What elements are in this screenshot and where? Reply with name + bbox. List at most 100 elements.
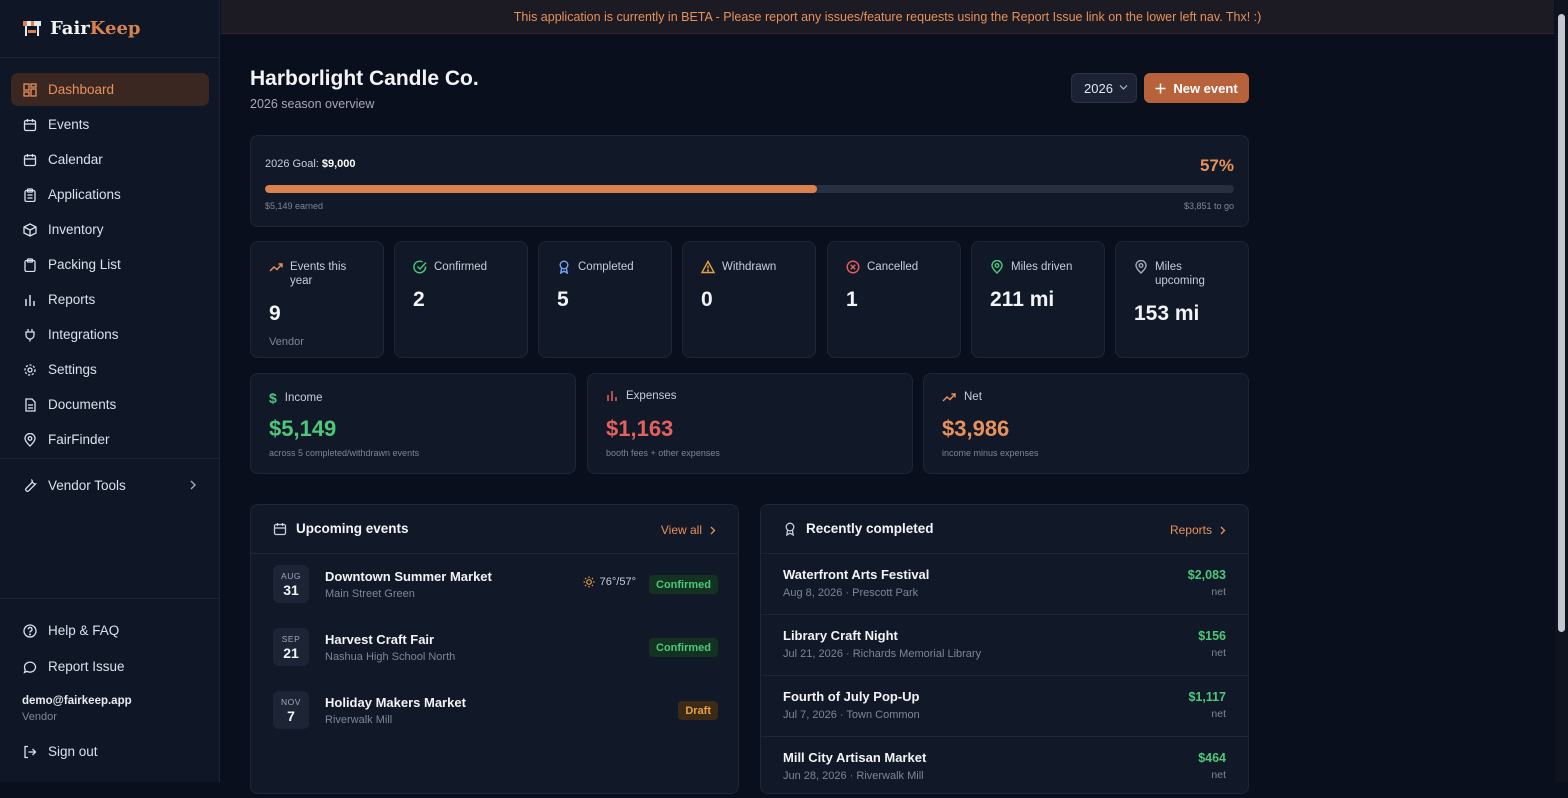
net-label: net	[1211, 586, 1226, 598]
sidebar-item-settings[interactable]: Settings	[11, 353, 209, 386]
stat-head: Miles driven	[990, 260, 1090, 274]
event-location: Nashua High School North	[325, 651, 456, 663]
date-day: 21	[283, 645, 299, 661]
completed-event-row[interactable]: Waterfront Arts Festival Aug 8, 2026 · P…	[761, 554, 1248, 615]
goal-percent: 57%	[1199, 156, 1234, 175]
goal-progress-bar	[265, 185, 1234, 193]
dollar-icon: $	[269, 390, 277, 406]
stat-value: 1	[846, 288, 858, 311]
market-stall-icon	[23, 21, 41, 36]
view-all-link[interactable]: View all	[661, 523, 716, 537]
message-icon	[23, 661, 37, 674]
completed-event-row[interactable]: Mill City Artisan Market Jun 28, 2026 · …	[761, 737, 1248, 798]
sidebar-item-events[interactable]: Events	[11, 108, 209, 141]
chevron-right-icon	[710, 526, 716, 534]
sidebar-item-label: Calendar	[48, 152, 103, 167]
event-name: Library Craft Night	[783, 628, 898, 643]
sidebar-item-label: Vendor Tools	[48, 478, 126, 493]
upcoming-event-row[interactable]: AUG 31 Downtown Summer Market Main Stree…	[273, 565, 718, 605]
date-month: AUG	[281, 571, 301, 581]
stat-label: Cancelled	[867, 261, 919, 273]
event-name: Downtown Summer Market	[325, 569, 492, 584]
expenses-card: Expenses $1,163 booth fees + other expen…	[587, 373, 913, 474]
stat-label: Events this year	[290, 261, 347, 287]
scrollbar-thumb[interactable]	[1558, 14, 1565, 632]
goal-progress-fill	[265, 185, 818, 193]
stat-label: Withdrawn	[722, 261, 777, 273]
sidebar-item-applications[interactable]: Applications	[11, 178, 209, 211]
page-subtitle: 2026 season overview	[250, 97, 375, 111]
sidebar-item-packing-list[interactable]: Packing List	[11, 248, 209, 281]
stat-card-miles-driven: Miles driven 211 mi	[971, 241, 1105, 358]
page-title: Harborlight Candle Co.	[250, 67, 479, 90]
sidebar-item-reports[interactable]: Reports	[11, 283, 209, 316]
sidebar-item-vendor-tools[interactable]: Vendor Tools	[11, 469, 209, 502]
new-event-button[interactable]: New event	[1144, 73, 1249, 103]
event-name: Fourth of July Pop-Up	[783, 689, 920, 704]
event-meta: Jul 21, 2026 · Richards Memorial Library	[783, 648, 982, 660]
panel-title: Upcoming events	[296, 521, 409, 536]
sidebar-item-inventory[interactable]: Inventory	[11, 213, 209, 246]
stat-label: Miles upcoming	[1155, 261, 1205, 287]
money-head: Expenses	[606, 390, 677, 402]
map-pin-icon	[24, 432, 36, 447]
stat-card-miles-upcoming: Miles upcoming 153 mi	[1115, 241, 1249, 358]
stat-head: Cancelled	[846, 260, 946, 274]
gear-icon	[24, 363, 36, 376]
sidebar-item-integrations[interactable]: Integrations	[11, 318, 209, 351]
sidebar-item-dashboard[interactable]: Dashboard	[11, 73, 209, 106]
stat-card-completed: Completed 5	[538, 241, 672, 358]
bar-chart-icon	[607, 391, 617, 401]
goal-card: 2026 Goal: $9,000 57% $5,149 earned $3,8…	[250, 135, 1249, 227]
net-label: net	[1211, 647, 1226, 659]
panel-header: Recently completed	[783, 521, 934, 536]
status-badge: Confirmed	[649, 575, 718, 594]
fairkeep-logo[interactable]: FairKeep	[22, 16, 141, 40]
upcoming-event-row[interactable]: SEP 21 Harvest Craft Fair Nashua High Sc…	[273, 628, 718, 668]
sign-out-button[interactable]: Sign out	[11, 735, 209, 768]
event-name: Mill City Artisan Market	[783, 750, 927, 765]
panel-header: Upcoming events	[273, 521, 409, 536]
goal-label: 2026 Goal: $9,000	[265, 158, 356, 170]
upcoming-event-row[interactable]: NOV 7 Holiday Makers Market Riverwalk Mi…	[273, 691, 718, 731]
page-scrollbar[interactable]	[1555, 0, 1568, 782]
sign-out-icon	[24, 745, 37, 758]
map-pin-icon	[991, 260, 1003, 274]
sidebar-item-label: Applications	[48, 187, 121, 202]
check-circle-icon	[413, 260, 427, 274]
award-icon	[785, 522, 795, 536]
document-icon	[25, 397, 36, 412]
money-label: Income	[284, 392, 323, 404]
reports-link[interactable]: Reports	[1170, 523, 1226, 537]
report-issue-link[interactable]: Report Issue	[11, 650, 209, 683]
money-label: Net	[964, 391, 982, 403]
event-location: Riverwalk Mill	[325, 714, 393, 726]
sign-out-wrap: Sign out	[11, 735, 209, 768]
net-label: net	[1211, 708, 1226, 720]
completed-event-row[interactable]: Fourth of July Pop-Up Jul 7, 2026 · Town…	[761, 676, 1248, 737]
expenses-value: $1,163	[606, 416, 674, 441]
reports-link-label: Reports	[1169, 523, 1212, 537]
stat-label: Miles driven	[1011, 261, 1073, 273]
beta-banner: This application is currently in BETA - …	[221, 0, 1554, 34]
sidebar-item-calendar[interactable]: Calendar	[11, 143, 209, 176]
sidebar-item-fairfinder[interactable]: FairFinder	[11, 423, 209, 456]
event-net-amount: $2,083	[1187, 568, 1226, 582]
sidebar-item-label: FairFinder	[48, 432, 110, 447]
user-role: Vendor	[22, 711, 57, 723]
stat-card-cancelled: Cancelled 1	[827, 241, 961, 358]
event-location: Main Street Green	[325, 588, 415, 600]
date-day: 31	[283, 582, 299, 598]
logo-text-keep: Keep	[89, 17, 141, 39]
date-badge: SEP 21	[273, 628, 309, 666]
completed-event-row[interactable]: Library Craft Night Jul 21, 2026 · Richa…	[761, 615, 1248, 676]
help-faq-link[interactable]: Help & FAQ	[11, 614, 209, 647]
date-badge: NOV 7	[273, 691, 309, 729]
stat-value: 211 mi	[990, 288, 1055, 311]
map-pin-icon	[1135, 260, 1147, 274]
sidebar-item-label: Documents	[48, 397, 117, 412]
year-select[interactable]: 2026	[1071, 73, 1137, 103]
net-card: Net $3,986 income minus expenses	[923, 373, 1249, 474]
event-net-amount: $1,117	[1188, 690, 1226, 704]
sidebar-item-documents[interactable]: Documents	[11, 388, 209, 421]
